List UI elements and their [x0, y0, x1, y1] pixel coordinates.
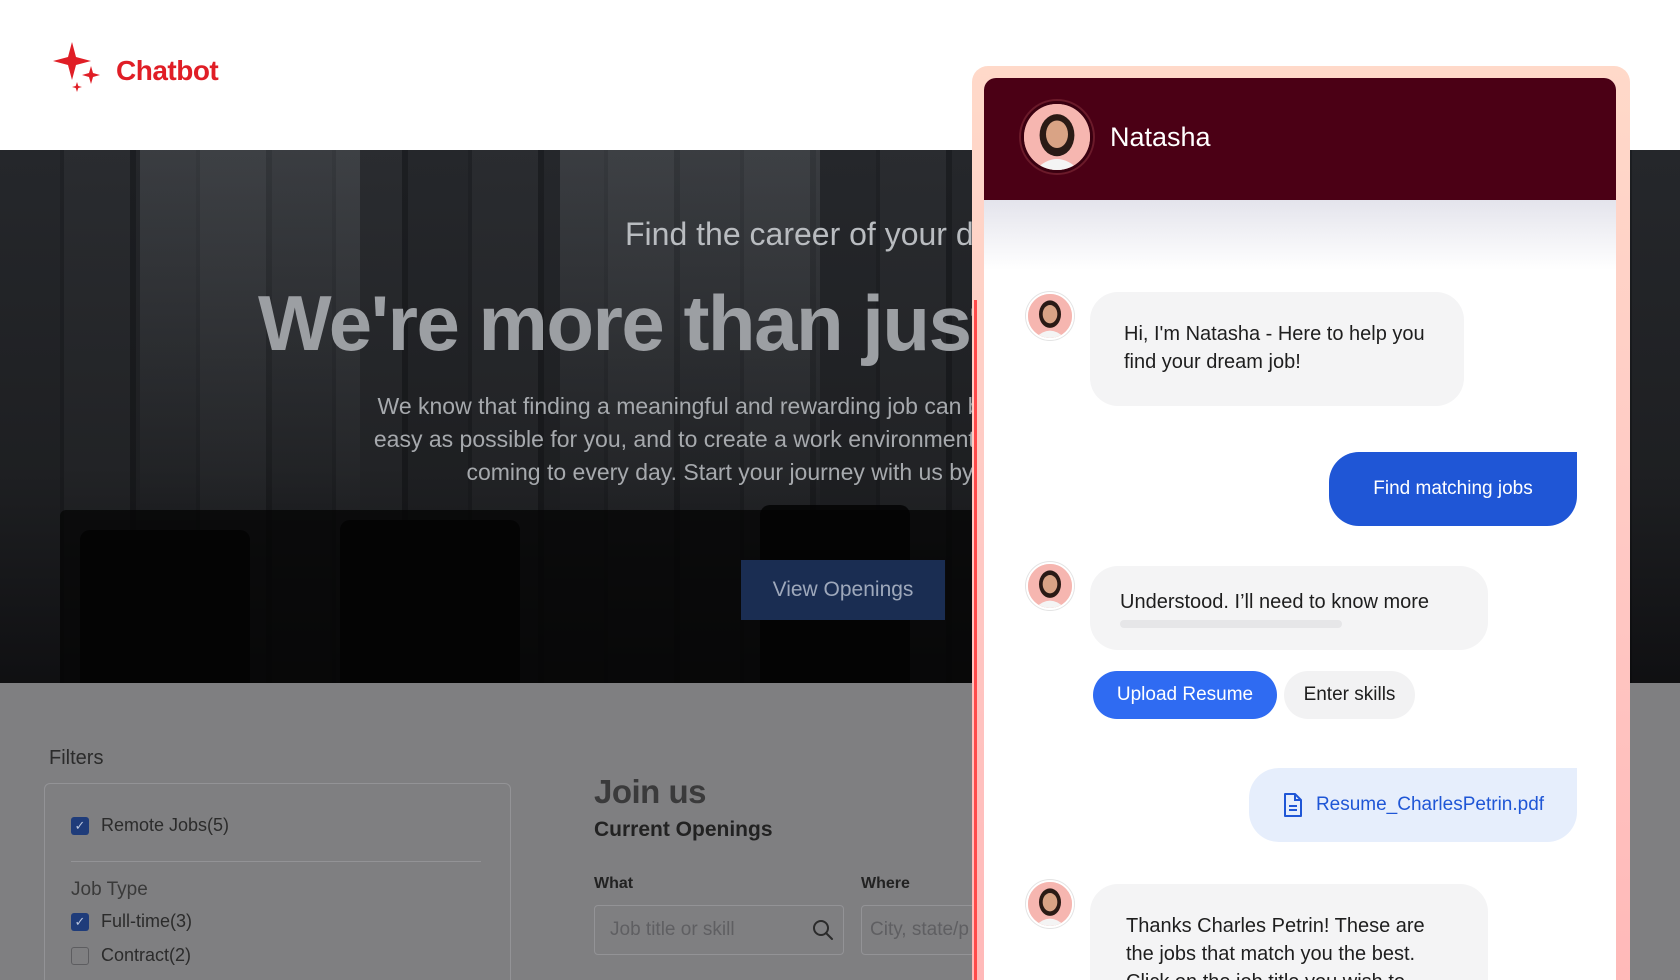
bot-message: Understood. I’ll need to know more [1090, 566, 1488, 650]
agent-avatar [1021, 101, 1093, 173]
header-shadow [984, 200, 1616, 270]
hero-subtitle: Find the career of your d [625, 216, 974, 252]
bot-message: Hi, I'm Natasha - Here to help you find … [1090, 292, 1464, 406]
join-us-heading: Join us [594, 773, 707, 810]
sparkle-icon [50, 40, 106, 101]
chair-shape [340, 520, 520, 683]
search-icon[interactable] [812, 919, 834, 941]
view-openings-button[interactable]: View Openings [741, 560, 945, 620]
resume-file-attachment[interactable]: Resume_CharlesPetrin.pdf [1249, 768, 1577, 842]
brand-name: Chatbot [116, 54, 219, 86]
hero-title: We're more than just [258, 279, 996, 367]
where-label: Where [861, 875, 910, 892]
chat-window: Natasha Hi, I'm Natasha - Here to help y… [984, 78, 1616, 980]
filter-label: Full-time(3) [101, 911, 193, 931]
chair-shape [80, 530, 250, 683]
bot-message: Thanks Charles Petrin! These are the job… [1090, 884, 1488, 980]
divider [71, 861, 481, 862]
file-name: Resume_CharlesPetrin.pdf [1315, 794, 1545, 815]
remote-jobs-filter[interactable]: ✓ Remote Jobs(5) [71, 815, 229, 836]
bot-avatar [1026, 292, 1074, 340]
filter-label: Contract(2) [101, 945, 192, 965]
job-search-input[interactable] [594, 905, 844, 955]
filters-title: Filters [49, 747, 104, 769]
chat-frame-accent [974, 300, 977, 980]
upload-resume-button[interactable]: Upload Resume [1093, 671, 1277, 719]
current-openings-heading: Current Openings [594, 818, 773, 841]
checkbox-unchecked[interactable] [71, 946, 89, 965]
user-message: Find matching jobs [1329, 452, 1577, 526]
job-type-heading: Job Type [71, 879, 148, 900]
checkbox-checked[interactable]: ✓ [71, 912, 89, 931]
agent-name: Natasha [1110, 122, 1211, 152]
bot-avatar [1026, 880, 1074, 928]
contract-filter[interactable]: Contract(2) [71, 945, 191, 966]
brand-logo[interactable]: Chatbot [50, 40, 219, 101]
document-icon [1283, 793, 1302, 817]
checkbox-checked[interactable]: ✓ [71, 816, 89, 835]
what-label: What [594, 875, 634, 892]
full-time-filter[interactable]: ✓ Full-time(3) [71, 911, 192, 932]
bot-avatar [1026, 562, 1074, 610]
enter-skills-button[interactable]: Enter skills [1284, 671, 1415, 719]
chat-header: Natasha [984, 78, 1616, 200]
filter-label: Remote Jobs(5) [101, 815, 230, 835]
bot-message-text: Understood. I’ll need to know more [1120, 591, 1430, 613]
typing-indicator [1120, 620, 1342, 628]
